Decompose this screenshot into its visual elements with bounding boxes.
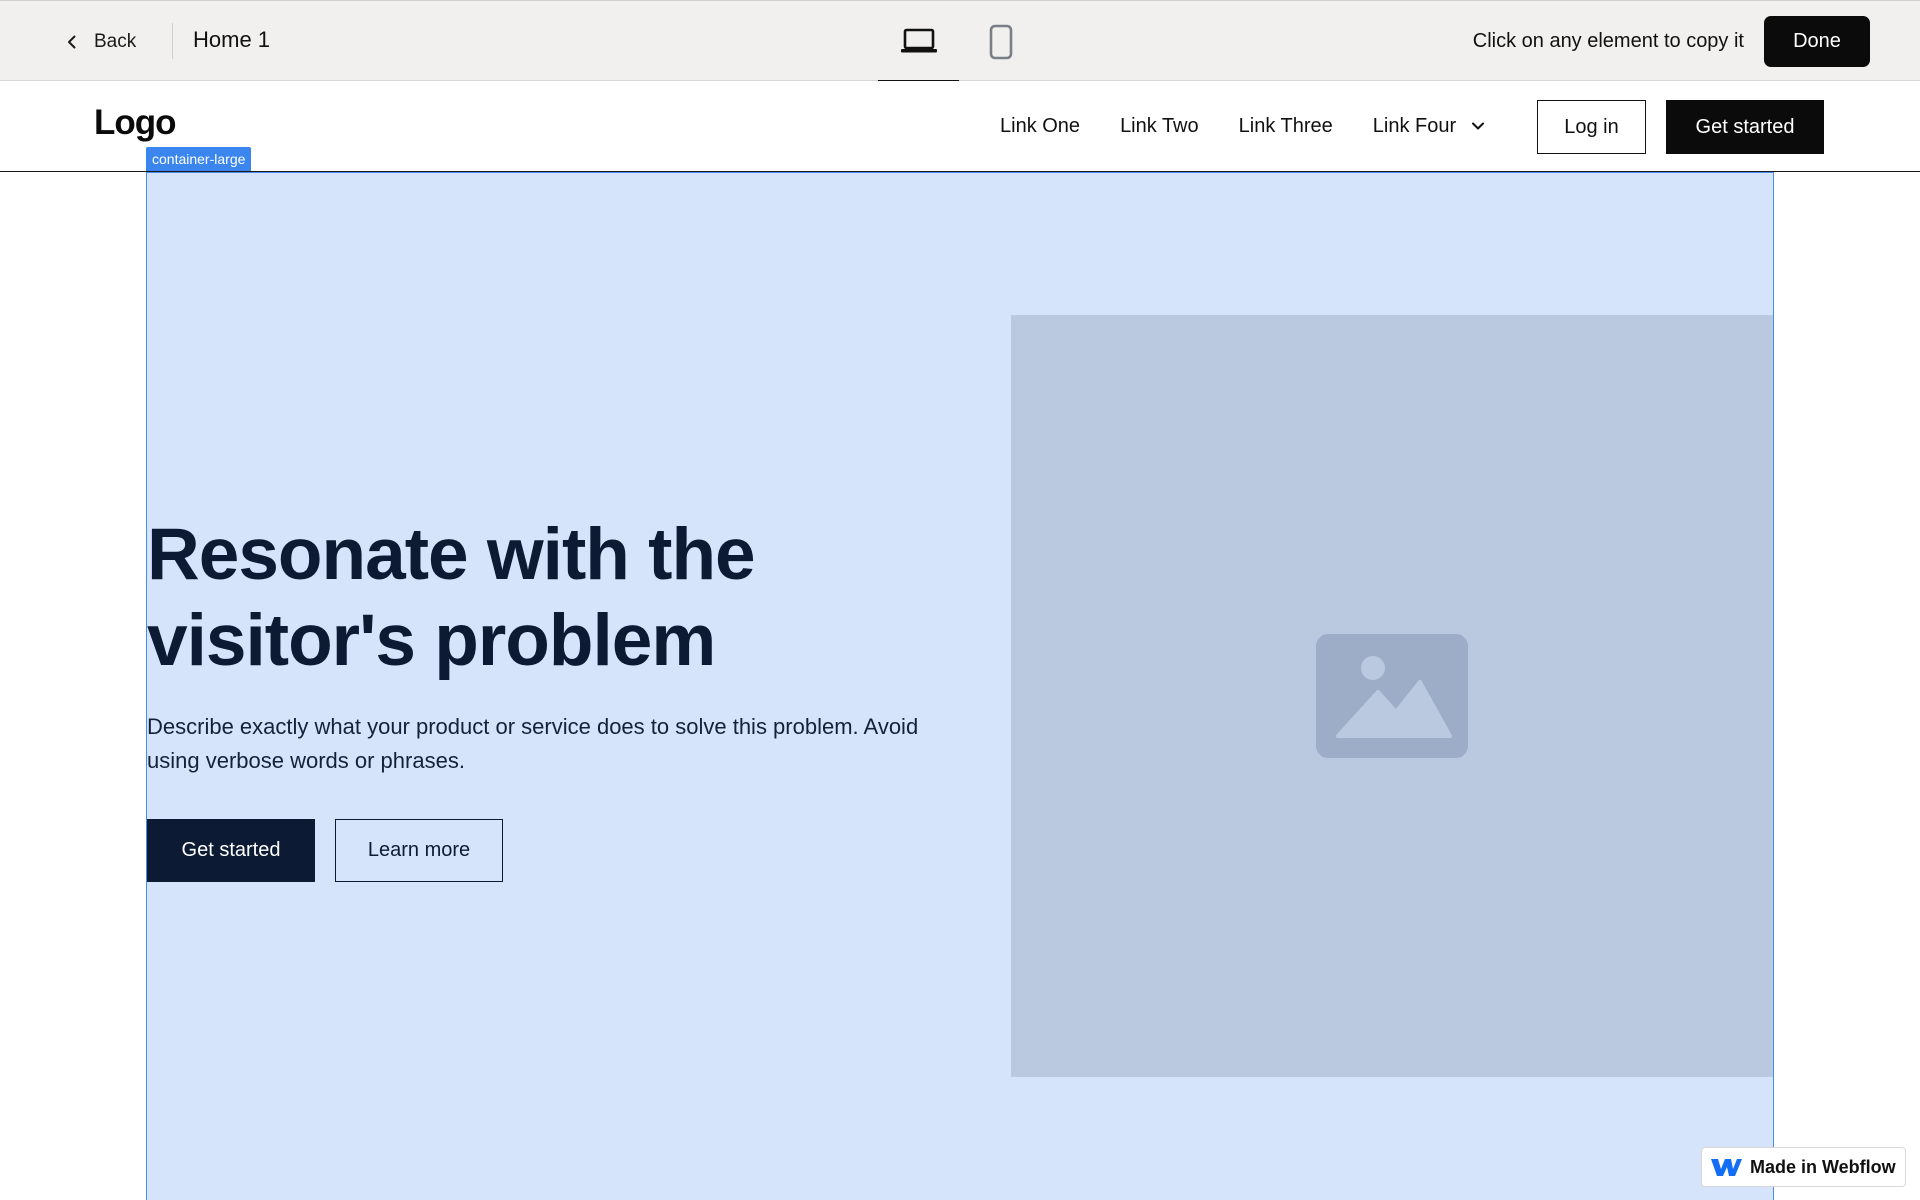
mobile-view-button[interactable] bbox=[960, 1, 1041, 82]
nav-link-two[interactable]: Link Two bbox=[1120, 115, 1199, 138]
site-navbar: Logo Link One Link Two Link Three Link F… bbox=[0, 81, 1920, 172]
nav-get-started-button[interactable]: Get started bbox=[1666, 100, 1824, 154]
selection-tag: container-large bbox=[146, 147, 252, 171]
desktop-view-button[interactable] bbox=[878, 1, 959, 82]
nav-dropdown-link-four[interactable]: Link Four bbox=[1373, 115, 1486, 138]
nav-links: Link One Link Two Link Three Link Four bbox=[1000, 81, 1486, 171]
mobile-icon bbox=[989, 24, 1012, 59]
site-logo[interactable]: Logo bbox=[94, 103, 177, 143]
back-label: Back bbox=[94, 31, 137, 52]
hero-title[interactable]: Resonate with the visitor's problem bbox=[147, 512, 847, 684]
back-button[interactable]: Back bbox=[64, 25, 136, 59]
hero-description[interactable]: Describe exactly what your product or se… bbox=[147, 710, 947, 778]
done-button[interactable]: Done bbox=[1764, 16, 1870, 67]
nav-link-three[interactable]: Link Three bbox=[1239, 115, 1333, 138]
toolbar-divider bbox=[172, 23, 173, 59]
hero-image-placeholder[interactable] bbox=[1011, 315, 1773, 1077]
badge-label: Made in Webflow bbox=[1750, 1156, 1896, 1177]
login-button[interactable]: Log in bbox=[1537, 100, 1646, 154]
hero-learn-more-button[interactable]: Learn more bbox=[335, 819, 503, 882]
chevron-down-icon bbox=[1472, 122, 1485, 130]
laptop-icon bbox=[900, 28, 937, 52]
editor-toolbar: Back Home 1 Click on any element to copy… bbox=[0, 0, 1920, 82]
nav-dropdown-label: Link Four bbox=[1372, 114, 1457, 137]
webflow-logo-icon bbox=[1711, 1159, 1742, 1176]
made-in-webflow-badge[interactable]: Made in Webflow bbox=[1701, 1147, 1906, 1187]
chevron-left-icon bbox=[68, 35, 76, 49]
copy-hint-text: Click on any element to copy it bbox=[1472, 30, 1744, 52]
image-placeholder-icon bbox=[1316, 634, 1468, 758]
hero-get-started-button[interactable]: Get started bbox=[147, 819, 315, 882]
page-name: Home 1 bbox=[193, 27, 271, 52]
nav-link-one[interactable]: Link One bbox=[1000, 115, 1080, 138]
